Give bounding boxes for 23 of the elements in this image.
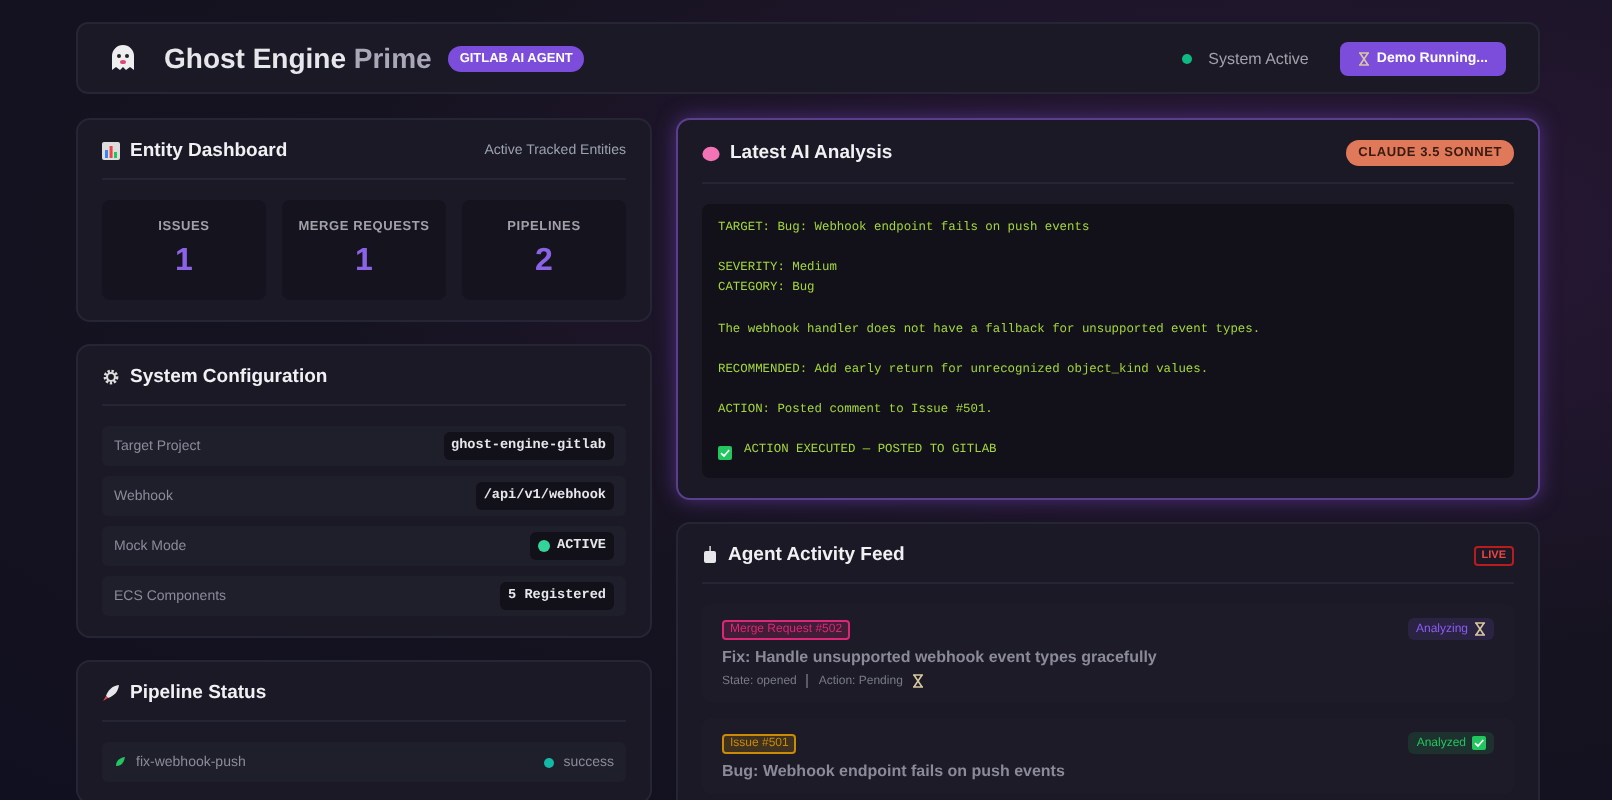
stat-value: 2 [535,244,553,280]
card-title: Pipeline Status [130,682,267,704]
checkbox-icon [718,445,732,460]
status-label: System Active [1208,49,1309,67]
app-title: Ghost Engine Prime [164,42,432,74]
gear-icon [102,368,120,386]
stat-value: 1 [175,244,193,280]
card-title: System Configuration [130,366,328,388]
card-title: Latest AI Analysis [730,142,893,164]
card-title: Entity Dashboard [130,140,288,162]
leaf-icon [114,756,126,768]
item-title: Fix: Handle unsupported webhook event types gracefully [722,648,1159,667]
hourglass-icon [1358,51,1371,65]
stat-value: 1 [355,244,373,280]
rocket-icon [102,684,120,702]
robot-icon [702,546,718,565]
card-title: Agent Activity Feed [728,544,905,567]
item-title: Bug: Webhook endpoint fails on push events [722,762,1067,781]
ghost-icon [110,44,136,72]
hourglass-icon [1474,622,1486,637]
bar-chart-icon [102,142,120,160]
check-icon [1472,736,1486,751]
hourglass-icon [912,674,925,689]
